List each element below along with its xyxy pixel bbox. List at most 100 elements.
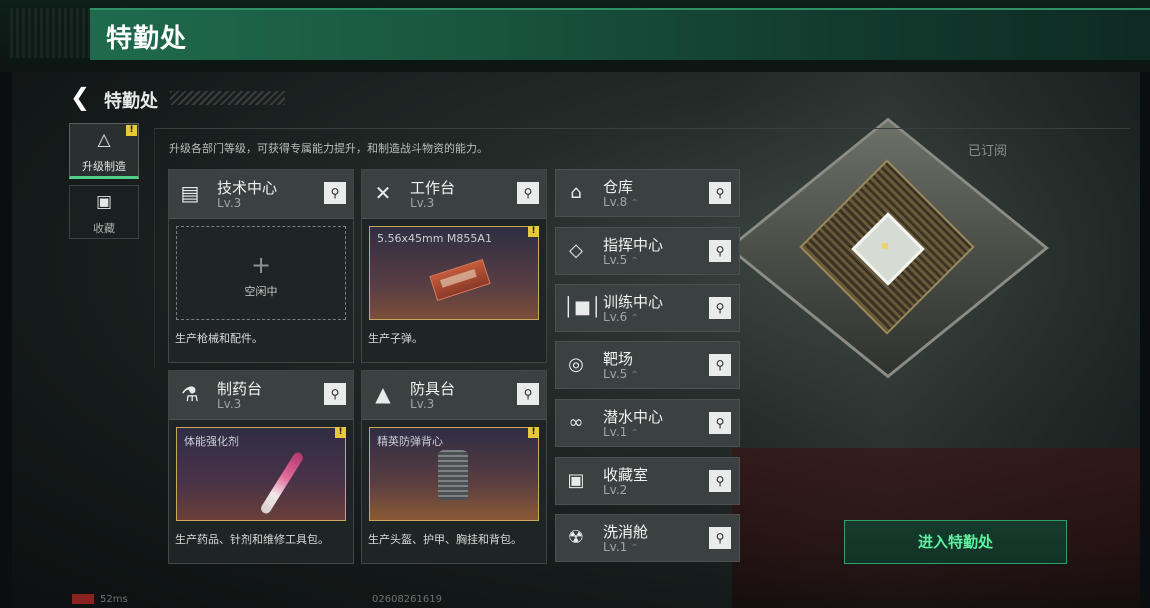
ping-value: 52ms	[100, 594, 128, 605]
item-name: 体能强化剂	[184, 435, 239, 448]
item-name: 精英防弹背心	[377, 435, 443, 448]
level-text: Lv.1	[603, 425, 628, 439]
enter-special-ops-button[interactable]: 进入特勤处	[844, 520, 1067, 564]
facility-row-warehouse[interactable]: ⌂ 仓库 Lv.8 ⌃ ⚲	[555, 169, 740, 217]
facility-card-armor-bench[interactable]: ▲ 防具台 Lv.3 ⚲ 精英防弹背心 ! 生产头盔、护甲、胸挂和背包。	[361, 370, 547, 564]
diving-center-icon: ∞	[568, 412, 584, 433]
upgrade-chevron-icon: ⌃	[630, 543, 639, 554]
cube-light	[882, 243, 888, 249]
search-icon[interactable]: ⚲	[709, 470, 731, 492]
alert-badge-icon: !	[528, 226, 539, 237]
facility-description: 生产枪械和配件。	[175, 332, 263, 345]
search-icon[interactable]: ⚲	[709, 527, 731, 549]
facility-level: Lv.5 ⌃	[603, 253, 639, 267]
facility-level: Lv.3	[217, 196, 242, 210]
top-bar: 特勤处	[0, 0, 1150, 72]
title-hatch-decoration	[170, 91, 285, 105]
back-arrow-icon[interactable]: ❮	[70, 85, 92, 109]
page-title: 特勤处	[104, 91, 158, 112]
pharmacy-icon: ⚗	[181, 382, 199, 406]
training-center-icon: │■│	[563, 297, 602, 318]
syringe-image	[259, 450, 305, 516]
facility-level: Lv.2	[603, 483, 627, 497]
facility-level: Lv.1 ⌃	[603, 425, 639, 439]
card-header: ✕ 工作台 Lv.3 ⚲	[362, 170, 546, 219]
facility-level: Lv.6 ⌃	[603, 310, 639, 324]
divider-vertical	[154, 128, 155, 368]
search-icon[interactable]: ⚲	[709, 412, 731, 434]
facility-row-collection-room[interactable]: ▣ 收藏室 Lv.2 ⚲	[555, 457, 740, 505]
section-description: 升级各部门等级，可获得专属能力提升，和制造战斗物资的能力。	[169, 142, 488, 155]
facility-card-pharmacy[interactable]: ⚗ 制药台 Lv.3 ⚲ 体能强化剂 ! 生产药品、针剂和维修工具包。	[168, 370, 354, 564]
facility-row-shooting-range[interactable]: ◎ 靶场 Lv.5 ⌃ ⚲	[555, 341, 740, 389]
upgrade-chevron-icon: ⌃	[630, 370, 639, 381]
facility-level: Lv.8 ⌃	[603, 195, 639, 209]
facility-row-command-center[interactable]: ◇ 指挥中心 Lv.5 ⌃ ⚲	[555, 227, 740, 275]
facility-name: 训练中心	[603, 293, 664, 311]
level-text: Lv.8	[603, 195, 628, 209]
facility-description: 生产头盔、护甲、胸挂和背包。	[368, 533, 522, 546]
search-icon[interactable]: ⚲	[517, 182, 539, 204]
slot-status: 空闲中	[244, 285, 278, 298]
search-icon[interactable]: ⚲	[709, 240, 731, 262]
item-name: 5.56x45mm M855A1	[377, 232, 492, 245]
signal-icon	[72, 594, 94, 604]
production-slot-item[interactable]: 体能强化剂 !	[176, 427, 346, 521]
tab-upgrade-manufacture[interactable]: △ 升级制造 !	[69, 123, 139, 179]
facility-row-training-center[interactable]: │■│ 训练中心 Lv.6 ⌃ ⚲	[555, 284, 740, 332]
player-id: 02608261619	[372, 594, 442, 605]
warehouse-icon: ⌂	[570, 182, 582, 203]
banner-title: 特勤处	[106, 24, 188, 54]
production-slot-item[interactable]: 精英防弹背心 !	[369, 427, 539, 521]
level-text: Lv.5	[603, 253, 628, 267]
production-slot-item[interactable]: 5.56x45mm M855A1 !	[369, 226, 539, 320]
upgrade-chevron-icon: ⌃	[630, 428, 639, 439]
facility-name: 仓库	[603, 178, 634, 196]
facility-description: 生产药品、针剂和维修工具包。	[175, 533, 329, 546]
card-header: ⚗ 制药台 Lv.3 ⚲	[169, 371, 353, 420]
decontamination-icon: ☢	[567, 527, 585, 548]
plus-icon: +	[250, 251, 272, 279]
banner-stripe-decoration	[10, 8, 90, 58]
subscribed-label: 已订阅	[968, 144, 1008, 159]
upgrade-chevron-icon: ⌃	[630, 313, 639, 324]
command-center-icon: ◇	[569, 240, 583, 261]
search-icon[interactable]: ⚲	[709, 354, 731, 376]
collection-icon: ▣	[95, 192, 113, 212]
ammo-box-image	[429, 258, 491, 302]
facility-name: 收藏室	[603, 466, 649, 484]
facility-row-decontamination[interactable]: ☢ 洗消舱 Lv.1 ⌃ ⚲	[555, 514, 740, 562]
facility-card-tech-center[interactable]: ▤ 技术中心 Lv.3 ⚲ + 空闲中 生产枪械和配件。	[168, 169, 354, 363]
facility-name: 靶场	[603, 350, 634, 368]
tab-collection[interactable]: ▣ 收藏	[69, 185, 139, 239]
tab-label: 收藏	[93, 222, 115, 235]
facility-name: 指挥中心	[603, 236, 664, 254]
upgrade-chevron-icon: ⌃	[630, 256, 639, 267]
facility-level: Lv.5 ⌃	[603, 367, 639, 381]
special-ops-cube-model	[727, 105, 1049, 405]
collection-room-icon: ▣	[567, 470, 585, 491]
facility-level: Lv.3	[410, 397, 435, 411]
shooting-range-icon: ◎	[568, 354, 584, 375]
search-icon[interactable]: ⚲	[709, 182, 731, 204]
search-icon[interactable]: ⚲	[324, 182, 346, 204]
facility-level: Lv.3	[217, 397, 242, 411]
search-icon[interactable]: ⚲	[517, 383, 539, 405]
tech-center-icon: ▤	[180, 181, 200, 205]
level-text: Lv.6	[603, 310, 628, 324]
search-icon[interactable]: ⚲	[324, 383, 346, 405]
facility-level: Lv.1 ⌃	[603, 540, 639, 554]
alert-badge-icon: !	[528, 427, 539, 438]
facility-row-diving-center[interactable]: ∞ 潜水中心 Lv.1 ⌃ ⚲	[555, 399, 740, 447]
search-icon[interactable]: ⚲	[709, 297, 731, 319]
production-slot-empty[interactable]: + 空闲中	[176, 226, 346, 320]
upgrade-chevron-icon: ⌃	[630, 198, 639, 209]
facility-card-workbench[interactable]: ✕ 工作台 Lv.3 ⚲ 5.56x45mm M855A1 ! 生产子弹。	[361, 169, 547, 363]
card-header: ▤ 技术中心 Lv.3 ⚲	[169, 170, 353, 219]
armor-bench-icon: ▲	[375, 382, 391, 406]
facility-name: 技术中心	[217, 179, 278, 197]
title-banner: 特勤处	[90, 8, 1150, 60]
workbench-icon: ✕	[374, 181, 392, 205]
divider	[155, 128, 1130, 129]
facility-name: 潜水中心	[603, 408, 664, 426]
